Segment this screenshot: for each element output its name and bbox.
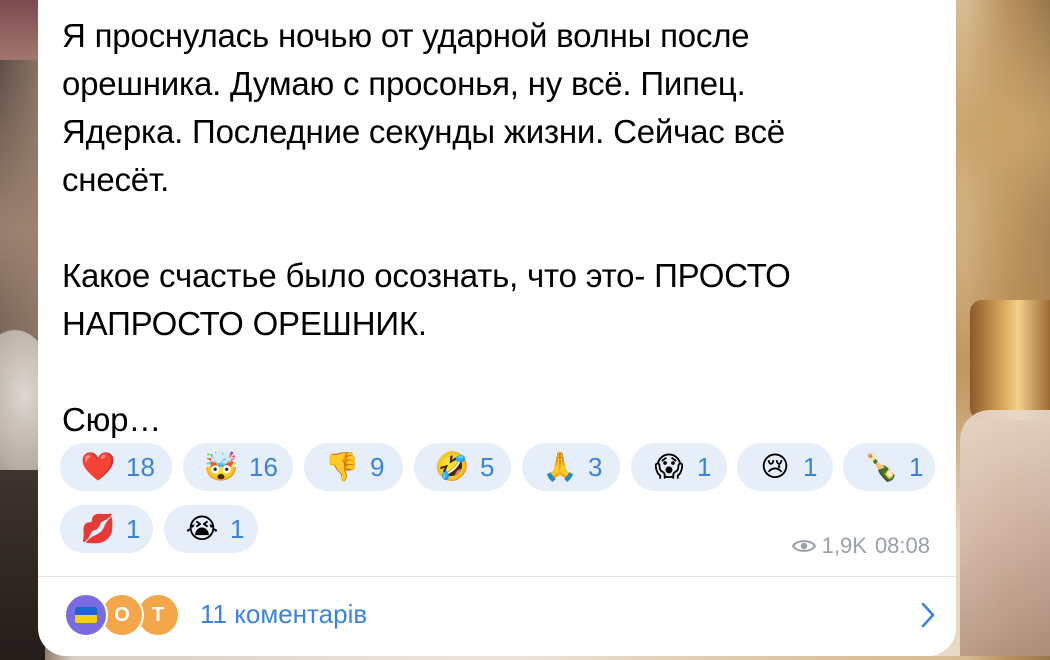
reaction-count: 1 xyxy=(803,451,818,482)
reaction-rolling-laughing[interactable]: 🤣 5 xyxy=(414,443,511,491)
reaction-count: 16 xyxy=(249,451,278,482)
comments-button[interactable]: О Т 11 коментарів xyxy=(38,577,956,656)
kiss-mark-icon: 💋 xyxy=(80,512,116,545)
screaming-face-icon: 😱 xyxy=(654,450,684,483)
reaction-count: 1 xyxy=(697,451,712,482)
reaction-screaming[interactable]: 😱 1 xyxy=(631,443,727,491)
view-count: 1,9K xyxy=(821,533,867,558)
avatar xyxy=(64,593,108,637)
folded-hands-icon: 🙏 xyxy=(542,450,578,483)
background-decor xyxy=(960,410,1050,656)
chevron-right-icon xyxy=(921,602,935,628)
red-heart-icon: ❤️ xyxy=(80,450,116,483)
message-meta: 1,9K 08:08 xyxy=(791,533,930,559)
reaction-heart[interactable]: ❤️ 18 xyxy=(60,443,172,491)
loudly-crying-face-icon: 😭 xyxy=(185,512,219,545)
reaction-champagne[interactable]: 🍾 1 xyxy=(843,443,935,491)
reaction-crying[interactable]: 😢 1 xyxy=(737,443,833,491)
reaction-count: 3 xyxy=(588,451,603,482)
reaction-count: 9 xyxy=(370,451,385,482)
reaction-count: 1 xyxy=(230,513,245,544)
reaction-count: 1 xyxy=(126,513,141,544)
reaction-count: 1 xyxy=(909,451,924,482)
reaction-exploding-head[interactable]: 🤯 16 xyxy=(183,443,293,491)
message-text: Я проснулась ночью от ударной волны посл… xyxy=(62,17,791,438)
thumbs-down-icon: 👎 xyxy=(324,450,360,483)
reaction-thumbs-down[interactable]: 👎 9 xyxy=(304,443,403,491)
commenter-avatars: О Т xyxy=(64,593,184,637)
exploding-head-icon: 🤯 xyxy=(203,450,239,483)
reaction-folded-hands[interactable]: 🙏 3 xyxy=(522,443,620,491)
background-decor xyxy=(0,0,40,60)
champagne-bottle-icon: 🍾 xyxy=(863,450,899,483)
reaction-loudly-crying[interactable]: 😭 1 xyxy=(164,505,258,553)
eye-icon xyxy=(791,540,816,552)
rolling-laughing-icon: 🤣 xyxy=(434,450,470,483)
message-time: 08:08 xyxy=(874,533,930,558)
ukraine-flag-icon xyxy=(75,607,97,623)
background-decor xyxy=(970,300,1050,420)
reaction-count: 5 xyxy=(480,451,495,482)
reaction-count: 18 xyxy=(126,451,155,482)
crying-face-icon: 😢 xyxy=(760,450,790,483)
comments-count-label: 11 коментарів xyxy=(200,599,368,629)
reaction-kiss-mark[interactable]: 💋 1 xyxy=(60,505,153,553)
